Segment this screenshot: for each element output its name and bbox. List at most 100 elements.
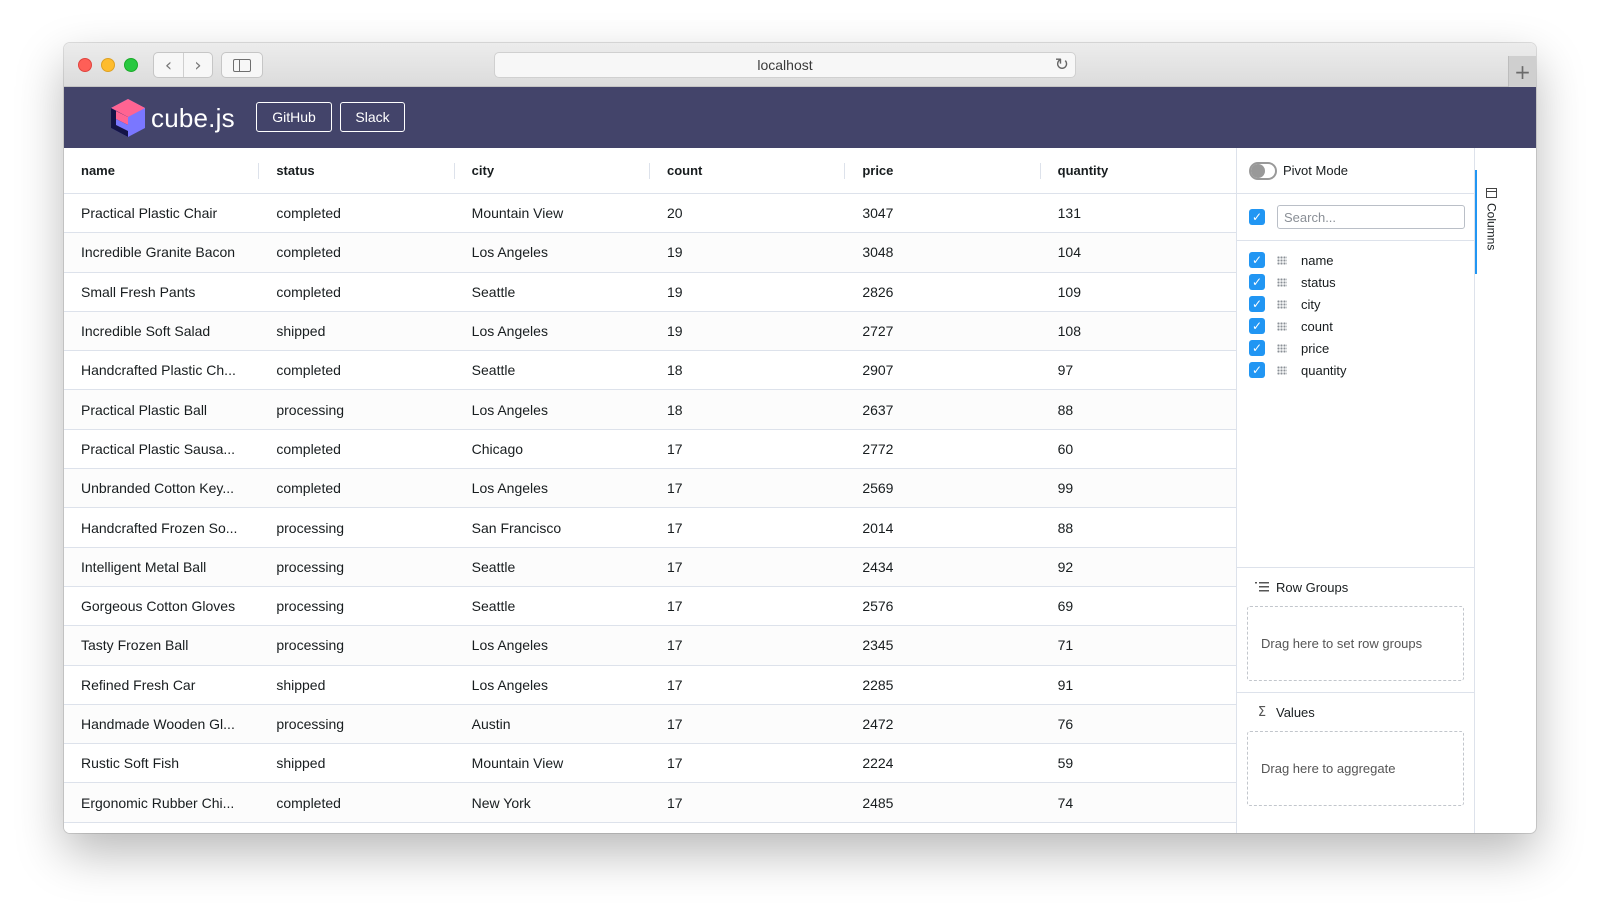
back-button[interactable]: ‹ bbox=[154, 53, 183, 77]
cell-count[interactable]: 17 bbox=[650, 430, 845, 468]
cell-status[interactable]: processing bbox=[259, 626, 454, 664]
table-row[interactable]: Handcrafted Plastic Ch... completed Seattl… bbox=[64, 351, 1236, 391]
select-all-columns-checkbox[interactable]: ✓ bbox=[1249, 209, 1265, 225]
table-row[interactable]: Practical Plastic Sausa... completed Chica… bbox=[64, 430, 1236, 470]
cell-city[interactable]: Los Angeles bbox=[455, 390, 650, 428]
cell-quantity[interactable]: 59 bbox=[1041, 744, 1236, 782]
cell-quantity[interactable]: 69 bbox=[1041, 587, 1236, 625]
cell-count[interactable]: 19 bbox=[650, 273, 845, 311]
column-item-status[interactable]: ✓ status bbox=[1237, 271, 1474, 293]
cell-quantity[interactable]: 71 bbox=[1041, 626, 1236, 664]
cell-price[interactable]: 2472 bbox=[845, 705, 1040, 743]
cell-name[interactable]: Tasty Frozen Ball bbox=[64, 626, 259, 664]
cell-status[interactable]: completed bbox=[259, 233, 454, 271]
cell-price[interactable]: 3048 bbox=[845, 233, 1040, 271]
cell-price[interactable]: 3047 bbox=[845, 194, 1040, 232]
cell-quantity[interactable]: 108 bbox=[1041, 312, 1236, 350]
cell-name[interactable]: Handmade Wooden Gl... bbox=[64, 705, 259, 743]
cell-count[interactable]: 17 bbox=[650, 587, 845, 625]
table-row[interactable]: Incredible Granite Bacon completed Los Ang… bbox=[64, 233, 1236, 273]
cell-price[interactable]: 2727 bbox=[845, 312, 1040, 350]
cell-city[interactable]: New York bbox=[455, 783, 650, 821]
cell-quantity[interactable]: 109 bbox=[1041, 273, 1236, 311]
cell-name[interactable]: Intelligent Metal Ball bbox=[64, 548, 259, 586]
cell-city[interactable]: Seattle bbox=[455, 351, 650, 389]
cell-count[interactable]: 17 bbox=[650, 469, 845, 507]
column-item-name[interactable]: ✓ name bbox=[1237, 249, 1474, 271]
cell-count[interactable]: 18 bbox=[650, 351, 845, 389]
cell-price[interactable]: 2576 bbox=[845, 587, 1040, 625]
cell-city[interactable]: Mountain View bbox=[455, 744, 650, 782]
cell-quantity[interactable]: 60 bbox=[1041, 430, 1236, 468]
cell-quantity[interactable]: 99 bbox=[1041, 469, 1236, 507]
cell-count[interactable]: 17 bbox=[650, 548, 845, 586]
address-bar[interactable]: localhost ↻ bbox=[494, 52, 1076, 78]
cell-quantity[interactable]: 74 bbox=[1041, 783, 1236, 821]
cell-status[interactable]: processing bbox=[259, 390, 454, 428]
column-visible-checkbox[interactable]: ✓ bbox=[1249, 252, 1265, 268]
cell-quantity[interactable]: 88 bbox=[1041, 390, 1236, 428]
drag-handle-icon[interactable] bbox=[1277, 255, 1287, 265]
table-row[interactable]: Handcrafted Frozen So... processing San Fr… bbox=[64, 508, 1236, 548]
table-row[interactable]: Unbranded Cotton Key... completed Los Ange… bbox=[64, 469, 1236, 509]
cell-city[interactable]: Los Angeles bbox=[455, 469, 650, 507]
cell-count[interactable]: 17 bbox=[650, 783, 845, 821]
cell-status[interactable]: completed bbox=[259, 194, 454, 232]
cell-price[interactable]: 2569 bbox=[845, 469, 1040, 507]
cell-status[interactable]: processing bbox=[259, 705, 454, 743]
cell-name[interactable]: Unbranded Cotton Key... bbox=[64, 469, 259, 507]
drag-handle-icon[interactable] bbox=[1277, 321, 1287, 331]
cell-price[interactable]: 2345 bbox=[845, 626, 1040, 664]
column-header-city[interactable]: city bbox=[455, 148, 651, 193]
column-header-price[interactable]: price bbox=[845, 148, 1041, 193]
cell-city[interactable]: San Francisco bbox=[455, 508, 650, 546]
cell-city[interactable]: Los Angeles bbox=[455, 626, 650, 664]
cell-city[interactable]: Los Angeles bbox=[455, 233, 650, 271]
table-row[interactable]: Incredible Soft Salad shipped Los Angeles 1… bbox=[64, 311, 1236, 352]
column-item-price[interactable]: ✓ price bbox=[1237, 337, 1474, 359]
cell-status[interactable]: completed bbox=[259, 469, 454, 507]
cell-price[interactable]: 2907 bbox=[845, 351, 1040, 389]
cell-city[interactable]: Seattle bbox=[455, 273, 650, 311]
table-row[interactable]: Small Fresh Pants completed Seattle 19 2826 1… bbox=[64, 273, 1236, 312]
cell-city[interactable]: Seattle bbox=[455, 587, 650, 625]
cell-city[interactable]: Seattle bbox=[455, 548, 650, 586]
drag-handle-icon[interactable] bbox=[1277, 277, 1287, 287]
github-button[interactable]: GitHub bbox=[256, 102, 332, 132]
drag-handle-icon[interactable] bbox=[1277, 365, 1287, 375]
table-row[interactable]: Gorgeous Cotton Gloves processing Seattle 1… bbox=[64, 587, 1236, 627]
cell-price[interactable]: 2014 bbox=[845, 508, 1040, 546]
cell-price[interactable]: 2224 bbox=[845, 744, 1040, 782]
cell-price[interactable]: 2485 bbox=[845, 783, 1040, 821]
cell-quantity[interactable]: 131 bbox=[1041, 194, 1236, 232]
cell-status[interactable]: processing bbox=[259, 548, 454, 586]
cell-status[interactable]: processing bbox=[259, 508, 454, 546]
sidebar-toggle-button[interactable] bbox=[221, 52, 263, 78]
zoom-window-button[interactable] bbox=[124, 58, 138, 72]
new-tab-button[interactable]: + bbox=[1508, 56, 1536, 87]
cell-count[interactable]: 19 bbox=[650, 233, 845, 271]
cell-status[interactable]: completed bbox=[259, 430, 454, 468]
cell-status[interactable]: shipped bbox=[259, 312, 454, 350]
cell-name[interactable]: Incredible Granite Bacon bbox=[64, 233, 259, 271]
cell-count[interactable]: 17 bbox=[650, 744, 845, 782]
column-header-name[interactable]: name bbox=[64, 148, 260, 193]
cell-city[interactable]: Los Angeles bbox=[455, 312, 650, 350]
column-header-status[interactable]: status bbox=[259, 148, 455, 193]
row-groups-drop-zone[interactable]: Drag here to set row groups bbox=[1247, 606, 1464, 681]
cell-count[interactable]: 19 bbox=[650, 312, 845, 350]
cell-count[interactable]: 17 bbox=[650, 626, 845, 664]
cell-name[interactable]: Handcrafted Frozen So... bbox=[64, 508, 259, 546]
cell-status[interactable]: completed bbox=[259, 273, 454, 311]
values-drop-zone[interactable]: Drag here to aggregate bbox=[1247, 731, 1464, 806]
cell-price[interactable]: 2637 bbox=[845, 390, 1040, 428]
cell-quantity[interactable]: 76 bbox=[1041, 705, 1236, 743]
cubejs-logo[interactable]: cube.js bbox=[110, 98, 235, 138]
table-row[interactable]: Tasty Frozen Ball processing Los Angeles 17… bbox=[64, 626, 1236, 666]
column-visible-checkbox[interactable]: ✓ bbox=[1249, 318, 1265, 334]
cell-name[interactable]: Ergonomic Rubber Chi... bbox=[64, 783, 259, 821]
cell-status[interactable]: processing bbox=[259, 587, 454, 625]
cell-count[interactable]: 20 bbox=[650, 194, 845, 232]
column-visible-checkbox[interactable]: ✓ bbox=[1249, 274, 1265, 290]
columns-side-tab[interactable]: Columns bbox=[1475, 170, 1506, 274]
